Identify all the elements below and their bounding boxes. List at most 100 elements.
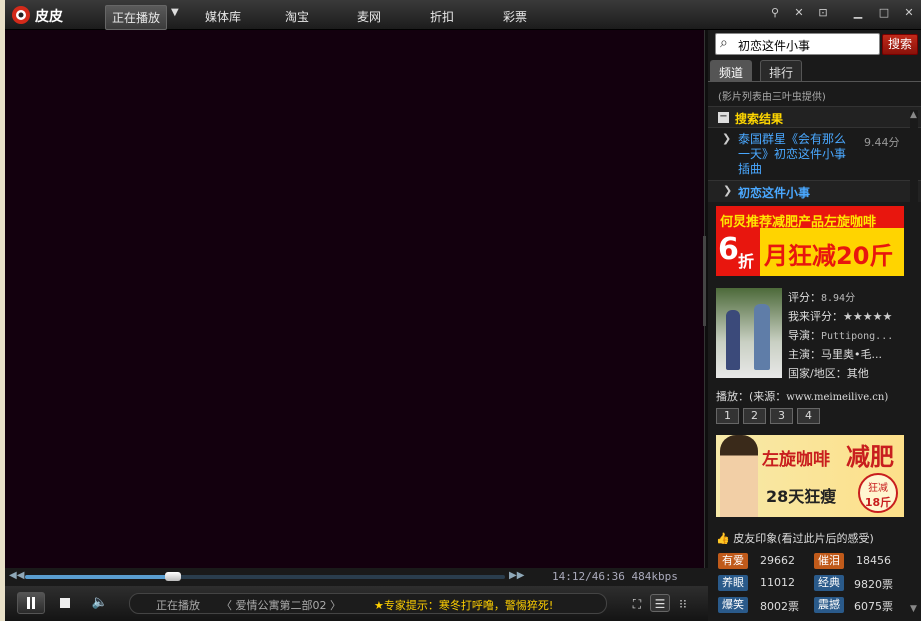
ad-banner-coffee[interactable]: 何炅推荐减肥产品左旋咖啡 6 折 月狂减20斤 xyxy=(716,206,904,276)
control-bar: 🔈 正在播放 〈 爱情公寓第二部02 〉 ★专家提示：寒冬打呼噜，警惕猝死! ⛶… xyxy=(5,586,708,621)
fullscreen-icon[interactable]: ⛶ xyxy=(627,595,647,613)
video-area[interactable] xyxy=(5,30,705,568)
rewind-icon[interactable]: ◀◀ xyxy=(9,570,24,581)
volume-icon[interactable]: 🔈 xyxy=(89,592,111,614)
my-rating-label: 我来评分： xyxy=(788,310,843,323)
stop-button[interactable] xyxy=(55,592,75,614)
impression-count: 6075票 xyxy=(854,600,893,613)
ad2-highlight: 减肥 xyxy=(846,443,894,471)
search-icon: ⌕ xyxy=(720,35,728,51)
impression-tag[interactable]: 催泪 xyxy=(814,553,844,569)
impressions-title: 皮友印象(看过此片后的感受) xyxy=(733,532,874,545)
impression-tag[interactable]: 震撼 xyxy=(814,597,844,613)
nav-now-playing[interactable]: 正在播放 xyxy=(105,5,168,30)
rating-label: 评分： xyxy=(788,291,821,304)
search-results-header[interactable]: − 搜索结果 xyxy=(708,106,921,128)
impression-tag[interactable]: 有爱 xyxy=(718,553,748,569)
ad-main-text: 月狂减20斤 xyxy=(764,242,894,270)
time-text: 14:12/46:36 xyxy=(552,570,625,583)
episode-button[interactable]: 4 xyxy=(797,408,820,424)
collapse-icon[interactable]: − xyxy=(718,112,729,123)
chevron-down-icon: ❯ xyxy=(723,184,733,197)
impression-count: 29662 xyxy=(760,554,795,567)
ad2-badge-bottom: 18斤 xyxy=(864,496,892,509)
seek-bar[interactable] xyxy=(25,572,505,581)
cast-value[interactable]: 马里奥•毛... xyxy=(821,348,882,361)
star-rating[interactable]: ★★★★★ xyxy=(843,310,892,323)
tab-ranking[interactable]: 排行 xyxy=(760,60,803,81)
episode-button[interactable]: 2 xyxy=(743,408,766,424)
thumbs-up-icon: 👍 xyxy=(716,532,730,545)
episode-button[interactable]: 3 xyxy=(770,408,793,424)
scroll-down-icon[interactable]: ▼ xyxy=(910,604,917,614)
source-line: 播放：(来源：www.meimeilive.cn) xyxy=(716,388,888,404)
impression-tag[interactable]: 爆笑 xyxy=(718,597,748,613)
ad-headline: 何炅推荐减肥产品左旋咖啡 xyxy=(720,215,877,230)
ad-discount-unit: 折 xyxy=(738,252,755,271)
playlist-icon[interactable]: ☰ xyxy=(650,594,670,612)
source-value: www.meimeilive.cn) xyxy=(786,392,889,403)
director-row: 导演：Puttipong... xyxy=(788,327,893,343)
nav-lottery[interactable]: 彩票 xyxy=(503,8,527,25)
episode-list: 1234 xyxy=(716,408,824,424)
movie-poster[interactable] xyxy=(716,288,782,378)
search-button[interactable]: 搜索 xyxy=(882,34,918,55)
search-input[interactable] xyxy=(738,36,878,54)
skin-icon[interactable]: ✕ xyxy=(790,5,808,21)
rating-row: 评分：8.94分 xyxy=(788,289,855,305)
right-panel-scrollbar[interactable]: ▲ ▼ xyxy=(910,110,918,618)
source-label: 播放：(来源： xyxy=(716,390,787,403)
search-box: ⌕ xyxy=(715,33,880,55)
panel-toggle-handle[interactable] xyxy=(703,236,706,326)
search-results-title: 搜索结果 xyxy=(735,112,784,126)
impression-tag[interactable]: 养眼 xyxy=(718,575,748,591)
ad-model-image xyxy=(720,435,758,517)
rating-value: 8.94分 xyxy=(821,293,856,304)
director-value[interactable]: Puttipong... xyxy=(821,331,893,342)
list-icon[interactable]: ⁝⁝ xyxy=(673,595,693,613)
expert-tip[interactable]: ★专家提示：寒冬打呼噜，警惕猝死! xyxy=(374,597,553,613)
minimize-icon[interactable]: ▁ xyxy=(849,5,867,21)
title-bar: 皮皮 正在播放 ▼ 媒体库 淘宝 麦网 折扣 彩票 ⚲ ✕ ⊡ ▁ □ ✕ xyxy=(5,0,921,30)
tab-divider xyxy=(708,81,921,82)
region-value: 其他 xyxy=(846,367,869,380)
fast-forward-icon[interactable]: ▶▶ xyxy=(509,570,524,581)
time-display: 14:12/46:36 484kbps xyxy=(552,570,678,583)
ad2-badge: 狂减 18斤 xyxy=(858,473,898,513)
nav-maiwang[interactable]: 麦网 xyxy=(357,8,381,25)
impression-count: 8002票 xyxy=(760,600,799,613)
tab-channel[interactable]: 频道 xyxy=(710,60,753,81)
view-mode-buttons: ⛶ ☰ ⁝⁝ xyxy=(627,594,696,613)
impression-count: 18456 xyxy=(856,554,891,567)
provider-note: (影片列表由三叶虫提供) xyxy=(718,92,826,103)
pin-icon[interactable]: ⚲ xyxy=(766,5,784,21)
episode-button[interactable]: 1 xyxy=(716,408,739,424)
now-playing-title[interactable]: 〈 爱情公寓第二部02 〉 xyxy=(221,597,341,613)
pause-button[interactable] xyxy=(17,592,45,614)
ad-discount-number: 6 xyxy=(718,232,739,267)
nav-taobao[interactable]: 淘宝 xyxy=(285,8,309,25)
impression-tag[interactable]: 经典 xyxy=(814,575,844,591)
chevron-down-icon[interactable]: ▼ xyxy=(171,7,179,18)
bitrate-text: 484kbps xyxy=(631,570,678,583)
now-playing-label: 正在播放 xyxy=(156,599,200,612)
chevron-right-icon: ❯ xyxy=(722,132,732,145)
scroll-up-icon[interactable]: ▲ xyxy=(910,110,917,120)
ad-banner-slimming[interactable]: 左旋咖啡 减肥 28天狂瘦 狂减 18斤 xyxy=(716,435,904,517)
seek-fill xyxy=(25,575,173,579)
maximize-icon[interactable]: □ xyxy=(875,5,893,21)
seek-knob[interactable] xyxy=(164,572,181,581)
my-rating-row: 我来评分：★★★★★ xyxy=(788,308,892,324)
impression-count: 9820票 xyxy=(854,578,893,591)
result-title[interactable]: 泰国群星《会有那么一天》初恋这件小事插曲 xyxy=(738,132,856,177)
nav-discount[interactable]: 折扣 xyxy=(430,8,454,25)
close-icon[interactable]: ✕ xyxy=(900,5,918,21)
nav-media-library[interactable]: 媒体库 xyxy=(205,8,241,25)
mini-mode-icon[interactable]: ⊡ xyxy=(814,5,832,21)
result-score: 9.44分 xyxy=(864,136,900,149)
ad2-headline: 左旋咖啡 xyxy=(762,450,830,470)
progress-row: ◀◀ ▶▶ 14:12/46:36 484kbps xyxy=(5,568,708,586)
app-name: 皮皮 xyxy=(35,9,63,25)
movie-title[interactable]: 初恋这件小事 xyxy=(738,184,810,201)
movie-header[interactable]: ❯ 初恋这件小事 xyxy=(708,180,921,202)
